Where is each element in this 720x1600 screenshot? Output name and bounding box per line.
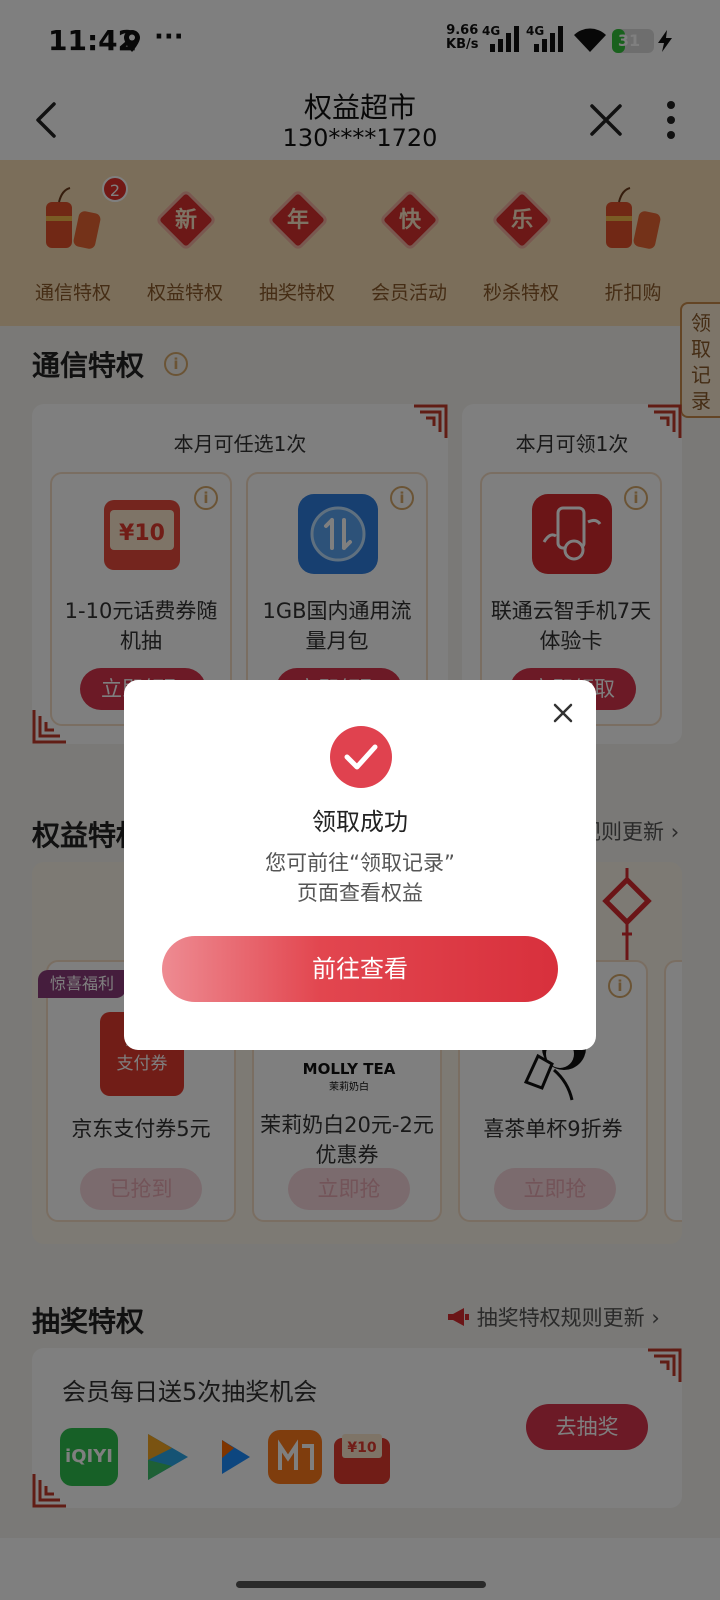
dialog-message: 您可前往“领取记录” 页面查看权益 [124,848,596,908]
view-now-button[interactable]: 前往查看 [162,936,558,1002]
dialog-message-line: 您可前往“领取记录” [265,851,455,875]
close-icon[interactable] [552,702,574,724]
success-check-icon [330,726,392,788]
dialog-message-line: 页面查看权益 [297,881,423,905]
dialog-title: 领取成功 [312,808,408,836]
success-dialog: 领取成功 您可前往“领取记录” 页面查看权益 前往查看 [124,680,596,1050]
